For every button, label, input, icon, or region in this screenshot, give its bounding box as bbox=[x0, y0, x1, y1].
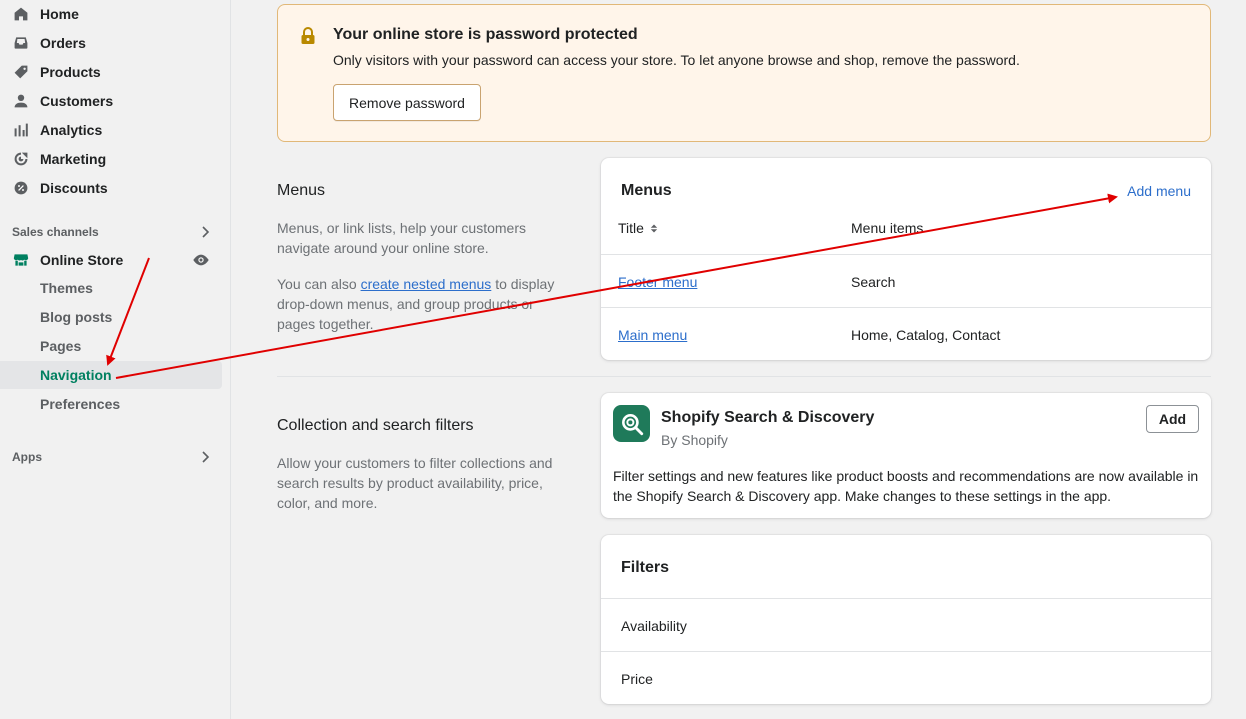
menu-row-title-link[interactable]: Footer menu bbox=[618, 274, 697, 290]
app-description: Filter settings and new features like pr… bbox=[613, 468, 1199, 504]
sidebar-item-label: Products bbox=[40, 64, 101, 80]
column-header-menu-items: Menu items bbox=[851, 220, 924, 236]
search-discovery-app-card: Shopify Search & Discovery By Shopify Ad… bbox=[601, 393, 1211, 518]
bar-chart-icon bbox=[12, 121, 30, 139]
home-icon bbox=[12, 5, 30, 23]
sales-channels-header[interactable]: Sales channels bbox=[12, 222, 212, 242]
filters-section-description: Allow your customers to filter collectio… bbox=[277, 455, 553, 511]
app-name: Shopify Search & Discovery bbox=[661, 409, 875, 426]
search-discovery-app-icon bbox=[613, 405, 650, 442]
column-header-title[interactable]: Title bbox=[618, 220, 658, 236]
section-divider bbox=[277, 376, 1211, 377]
target-icon bbox=[12, 150, 30, 168]
store-icon bbox=[12, 251, 30, 269]
add-menu-link[interactable]: Add menu bbox=[1127, 183, 1191, 199]
sidebar-item-label: Discounts bbox=[40, 180, 108, 196]
eye-icon[interactable] bbox=[192, 252, 210, 268]
filters-card-title: Filters bbox=[621, 559, 670, 576]
discount-icon bbox=[12, 179, 30, 197]
chevron-right-icon bbox=[198, 225, 212, 239]
sidebar-item-label: Marketing bbox=[40, 151, 107, 167]
lock-icon bbox=[300, 27, 316, 45]
filters-card: Filters Availability Price bbox=[601, 535, 1211, 704]
sidebar-item-blog-posts[interactable]: Blog posts bbox=[0, 303, 222, 331]
sidebar-item-customers[interactable]: Customers bbox=[0, 87, 222, 115]
person-icon bbox=[12, 92, 30, 110]
sidebar-item-orders[interactable]: Orders bbox=[0, 29, 222, 57]
sidebar-item-label: Orders bbox=[40, 35, 86, 51]
sidebar-item-preferences[interactable]: Preferences bbox=[0, 390, 222, 418]
menus-card: Menus Add menu Title Menu items Footer m… bbox=[601, 158, 1211, 360]
sidebar-item-analytics[interactable]: Analytics bbox=[0, 116, 222, 144]
sidebar-item-discounts[interactable]: Discounts bbox=[0, 174, 222, 202]
sidebar-item-themes[interactable]: Themes bbox=[0, 274, 222, 302]
menu-row-title-link[interactable]: Main menu bbox=[618, 327, 687, 343]
apps-header[interactable]: Apps bbox=[12, 447, 212, 467]
sidebar-item-label: Customers bbox=[40, 93, 114, 109]
add-app-button[interactable]: Add bbox=[1146, 405, 1199, 433]
remove-password-button[interactable]: Remove password bbox=[333, 84, 481, 121]
filters-section-title: Collection and search filters bbox=[277, 417, 474, 434]
password-banner: Your online store is password protected … bbox=[277, 4, 1211, 142]
menu-row-items: Home, Catalog, Contact bbox=[851, 327, 1001, 343]
sidebar-item-marketing[interactable]: Marketing bbox=[0, 145, 222, 173]
create-nested-menus-link[interactable]: create nested menus bbox=[361, 276, 492, 292]
sort-icon bbox=[650, 223, 658, 234]
chevron-right-icon bbox=[198, 450, 212, 464]
sidebar-item-label: Home bbox=[40, 6, 79, 22]
sidebar-item-pages[interactable]: Pages bbox=[0, 332, 222, 360]
sidebar-item-navigation[interactable]: Navigation bbox=[0, 361, 222, 389]
menus-section-nested-description: You can also create nested menus to disp… bbox=[277, 276, 555, 332]
inbox-icon bbox=[12, 34, 30, 52]
sidebar: Home Orders Products Customers Analytics… bbox=[0, 0, 231, 719]
app-author: By Shopify bbox=[661, 432, 728, 448]
sidebar-item-products[interactable]: Products bbox=[0, 58, 222, 86]
banner-description: Only visitors with your password can acc… bbox=[333, 52, 1020, 68]
sidebar-item-label: Online Store bbox=[40, 252, 124, 268]
banner-title: Your online store is password protected bbox=[333, 26, 638, 43]
menus-section-description: Menus, or link lists, help your customer… bbox=[277, 220, 526, 256]
sidebar-item-home[interactable]: Home bbox=[0, 0, 222, 28]
menus-card-title: Menus bbox=[621, 182, 672, 199]
filter-row-availability[interactable]: Availability bbox=[621, 618, 687, 634]
tag-icon bbox=[12, 63, 30, 81]
sidebar-item-online-store[interactable]: Online Store bbox=[0, 246, 222, 274]
menu-row-items: Search bbox=[851, 274, 896, 290]
menus-section-title: Menus bbox=[277, 182, 326, 199]
sidebar-item-label: Analytics bbox=[40, 122, 103, 138]
filter-row-price[interactable]: Price bbox=[621, 671, 653, 687]
